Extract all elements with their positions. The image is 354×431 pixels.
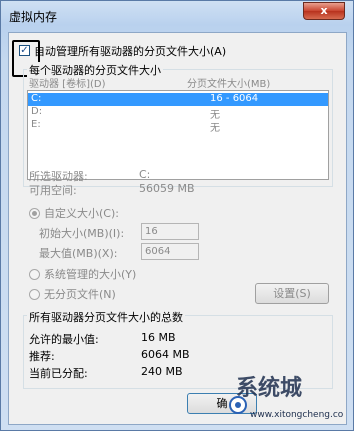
recommended-label: 推荐: [29,350,55,363]
watermark-logo: 系统城 www.xitongcheng.com [214,371,352,421]
max-size-label: 最大值(MB)(X): [39,247,118,260]
totals-group-label: 所有驱动器分页文件大小的总数 [27,309,185,325]
min-allowed-label: 允许的最小值: [29,333,99,346]
dialog-client-area: ✓ 自动管理所有驱动器的分页文件大小(A) 每个驱动器的分页文件大小 驱动器 [… [8,32,347,425]
system-managed-radio[interactable] [29,269,40,280]
drive-row[interactable]: C: 16 - 6064 [28,93,328,106]
close-button[interactable]: x [303,2,345,20]
no-paging-radio[interactable] [29,289,40,300]
min-allowed-value: 16 MB [141,331,176,344]
drive-row[interactable]: E: 无 [28,119,328,134]
free-space-label: 可用空间: [29,184,77,197]
auto-manage-label[interactable]: 自动管理所有驱动器的分页文件大小(A) [34,43,226,59]
set-button[interactable]: 设置(S) [255,283,329,304]
drive-letter: C: [31,93,42,104]
no-paging-label[interactable]: 无分页文件(N) [44,286,116,302]
recommended-value: 6064 MB [141,348,190,361]
drive-size: 16 - 6064 [210,93,259,104]
drive-row[interactable]: D: 无 [28,106,328,121]
currently-allocated-value: 240 MB [141,365,183,378]
custom-size-label[interactable]: 自定义大小(C): [44,205,119,221]
watermark-text: 系统城 [236,375,302,401]
column-header-drive: 驱动器 [卷标](D) [29,79,106,90]
selected-drive-value: C: [139,168,151,181]
initial-size-label: 初始大小(MB)(I): [39,227,125,240]
drive-letter: D: [31,106,43,117]
currently-allocated-label: 当前已分配: [29,367,88,380]
watermark-graphic: 系统城 www.xitongcheng.com [229,375,352,420]
max-size-input[interactable]: 6064 [141,243,199,260]
drive-list[interactable]: C: 16 - 6064 D: 无 E: 无 [27,90,329,180]
window-title: 虚拟内存 [9,10,58,24]
initial-size-input[interactable]: 16 [141,223,199,240]
column-header-size: 分页文件大小(MB) [187,79,271,90]
virtual-memory-dialog: 虚拟内存 x ✓ 自动管理所有驱动器的分页文件大小(A) 每个驱动器的分页文件大… [0,0,354,431]
custom-size-radio[interactable] [29,208,40,219]
watermark-url: www.xitongcheng.com [250,410,344,420]
drive-size: 无 [210,123,220,134]
drive-letter: E: [31,119,41,130]
free-space-value: 56059 MB [139,182,195,195]
system-managed-label[interactable]: 系统管理的大小(Y) [44,266,136,282]
